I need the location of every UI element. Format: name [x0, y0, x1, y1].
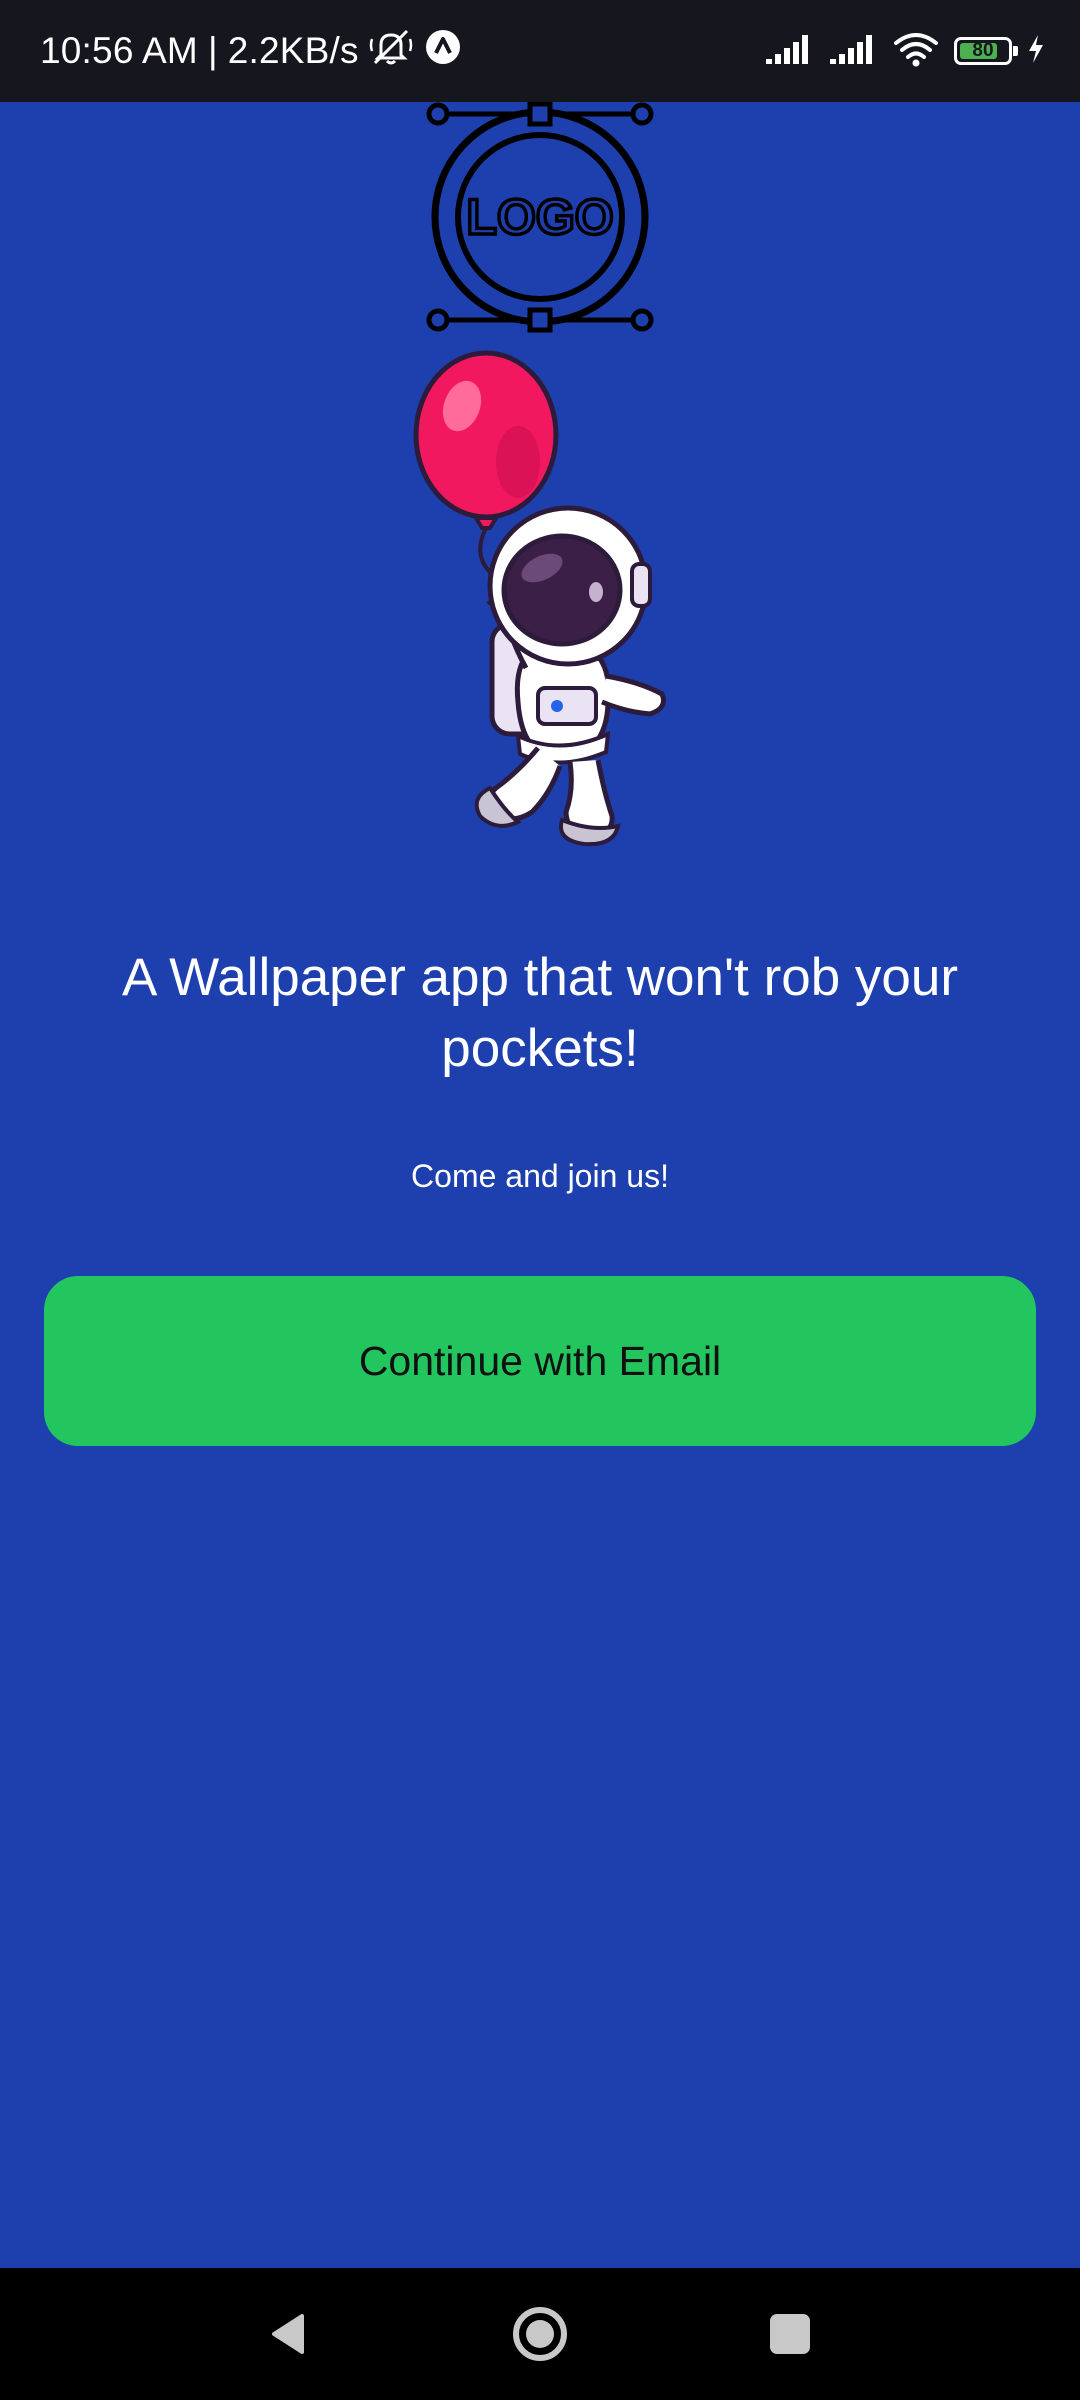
continue-with-email-button[interactable]: Continue with Email — [44, 1276, 1036, 1446]
status-right: 80 — [764, 0, 1046, 102]
mute-icon — [369, 27, 413, 76]
subtitle: Come and join us! — [411, 1158, 669, 1194]
back-icon[interactable] — [252, 2298, 324, 2370]
recents-icon[interactable] — [754, 2298, 826, 2370]
battery-cap — [1013, 46, 1018, 56]
astronaut-balloon-illustration — [413, 350, 666, 847]
status-bar: 10:56 AM | 2.2KB/s 80 — [0, 0, 1080, 102]
network-speed: 2.2KB/s — [227, 30, 359, 71]
battery-level: 80 — [972, 40, 994, 61]
logo: LOGO — [426, 102, 654, 333]
battery-icon: 80 — [954, 37, 1018, 65]
status-left: 10:56 AM | 2.2KB/s — [40, 0, 463, 102]
signal-icon — [764, 33, 814, 70]
status-time: 10:56 AM — [40, 30, 198, 71]
navigation-bar — [0, 2268, 1080, 2400]
main-content: LOGO A Wallpaper app that won't rob your… — [0, 102, 1080, 2268]
signal-icon-2 — [828, 33, 878, 70]
status-separator: | — [207, 30, 218, 71]
home-icon[interactable] — [504, 2298, 576, 2370]
headline: A Wallpaper app that won't rob your pock… — [121, 948, 959, 1078]
logo-text: LOGO — [466, 189, 613, 245]
app-notification-icon — [423, 27, 463, 76]
charging-icon — [1026, 33, 1046, 70]
wifi-icon — [892, 31, 940, 72]
